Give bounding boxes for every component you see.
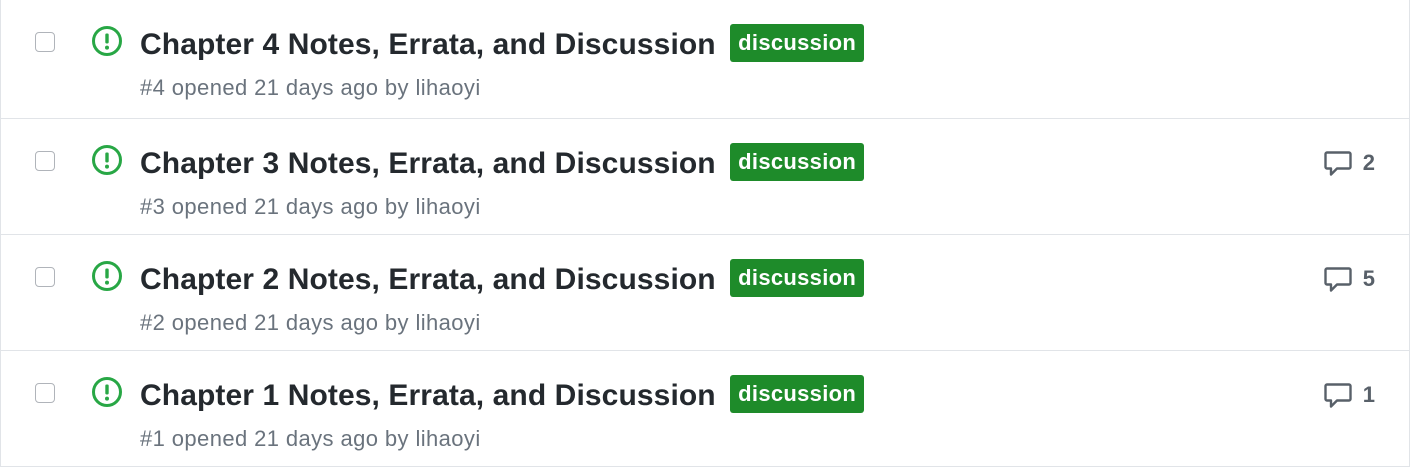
issue-opened-icon bbox=[92, 26, 122, 56]
issue-checkbox[interactable] bbox=[35, 151, 55, 171]
issue-opened-icon bbox=[92, 377, 122, 407]
issue-meta: #3 opened 21 days ago by lihaoyi bbox=[140, 194, 481, 219]
label-discussion[interactable]: discussion bbox=[730, 143, 865, 181]
issue-title-text: Chapter 1 Notes, Errata, and Discussion bbox=[140, 379, 716, 412]
comment-icon bbox=[1324, 383, 1352, 408]
comments-link[interactable]: 1 bbox=[1323, 379, 1375, 411]
issue-row: Chapter 3 Notes, Errata, and Discussion … bbox=[1, 119, 1409, 235]
issue-meta: #1 opened 21 days ago by lihaoyi bbox=[140, 426, 481, 451]
comment-count: 2 bbox=[1362, 150, 1375, 175]
issue-row: Chapter 4 Notes, Errata, and Discussion … bbox=[1, 0, 1409, 119]
issue-checkbox[interactable] bbox=[35, 32, 55, 52]
comments-link[interactable]: 2 bbox=[1323, 147, 1375, 179]
issue-row: Chapter 1 Notes, Errata, and Discussion … bbox=[1, 351, 1409, 467]
label-discussion[interactable]: discussion bbox=[730, 375, 865, 413]
comments-link[interactable]: 5 bbox=[1323, 263, 1375, 295]
comment-icon bbox=[1324, 267, 1352, 292]
comment-count: 5 bbox=[1362, 266, 1375, 291]
label-discussion[interactable]: discussion bbox=[730, 24, 865, 62]
issue-row: Chapter 2 Notes, Errata, and Discussion … bbox=[1, 235, 1409, 351]
issue-title-text: Chapter 4 Notes, Errata, and Discussion bbox=[140, 28, 716, 61]
issue-checkbox[interactable] bbox=[35, 383, 55, 403]
issue-checkbox[interactable] bbox=[35, 267, 55, 287]
issue-opened-icon bbox=[92, 145, 122, 175]
issue-title-link[interactable]: Chapter 3 Notes, Errata, and Discussion … bbox=[140, 143, 865, 184]
issue-title-text: Chapter 3 Notes, Errata, and Discussion bbox=[140, 147, 716, 180]
issue-meta: #4 opened 21 days ago by lihaoyi bbox=[140, 75, 481, 100]
issue-title-link[interactable]: Chapter 1 Notes, Errata, and Discussion … bbox=[140, 375, 865, 416]
issue-list: Chapter 4 Notes, Errata, and Discussion … bbox=[0, 0, 1410, 467]
issue-title-link[interactable]: Chapter 2 Notes, Errata, and Discussion … bbox=[140, 259, 865, 300]
issue-opened-icon bbox=[92, 261, 122, 291]
label-discussion[interactable]: discussion bbox=[730, 259, 865, 297]
issue-meta: #2 opened 21 days ago by lihaoyi bbox=[140, 310, 481, 335]
issue-title-text: Chapter 2 Notes, Errata, and Discussion bbox=[140, 263, 716, 296]
issue-title-link[interactable]: Chapter 4 Notes, Errata, and Discussion … bbox=[140, 24, 865, 65]
comment-icon bbox=[1324, 151, 1352, 176]
comment-count: 1 bbox=[1362, 382, 1375, 407]
